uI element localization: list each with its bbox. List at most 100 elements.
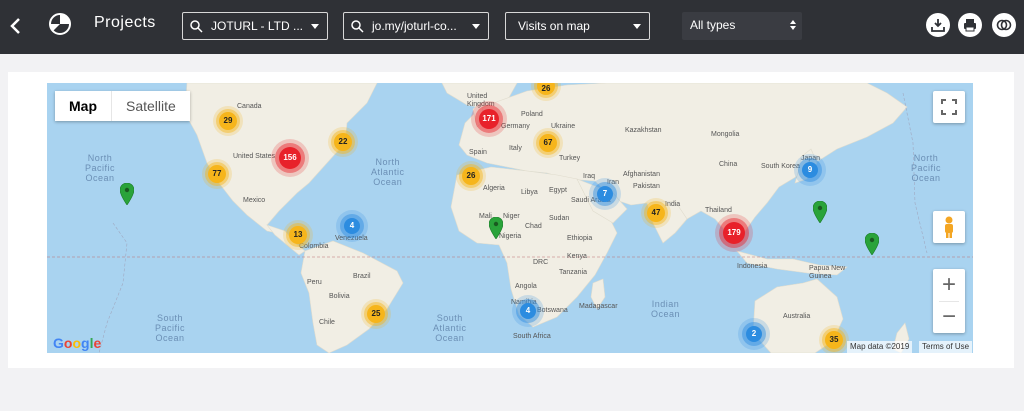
country-label: Japan [801, 155, 821, 162]
map-cluster[interactable]: 4 [344, 218, 360, 234]
country-label: Libya [521, 189, 538, 196]
ocean-label-text: Indian Ocean [651, 299, 681, 319]
compare-button[interactable] [992, 13, 1016, 37]
map-marker-icon[interactable] [865, 233, 879, 255]
print-button[interactable] [958, 13, 982, 37]
country-label: Turkey [559, 155, 581, 162]
country-label: Indonesia [737, 263, 768, 270]
country-label: Mexico [243, 197, 266, 204]
map-cluster[interactable]: 77 [208, 165, 226, 183]
map-cluster[interactable]: 9 [802, 162, 818, 178]
map-type-map-button[interactable]: Map [55, 91, 111, 121]
country-label: Angola [515, 283, 537, 290]
search-icon [351, 20, 364, 33]
country-label: Afghanistan [623, 171, 660, 178]
country-label: Tanzania [559, 269, 588, 276]
ocean-label: North Pacific Ocean [85, 153, 115, 183]
country-label: South Africa [513, 333, 551, 340]
country-label: Madagascar [579, 303, 618, 310]
country-label: Iraq [583, 173, 596, 180]
export-button[interactable] [926, 13, 950, 37]
map-cluster[interactable]: 25 [367, 305, 385, 323]
map-marker-icon[interactable] [813, 201, 827, 223]
fullscreen-button[interactable] [933, 91, 965, 123]
country-label: Algeria [483, 185, 505, 192]
google-logo: Google [53, 335, 102, 351]
country-label: Poland [521, 111, 543, 118]
top-bar: Projects JOTURL - LTD ... jo.my/joturl-c… [0, 0, 1024, 54]
country-label: Colombia [299, 243, 329, 250]
map-cluster[interactable]: 171 [479, 109, 499, 129]
ocean-label-text: South Pacific Ocean [155, 313, 186, 343]
app-logo-icon [49, 13, 71, 35]
country-label: Botswana [537, 307, 568, 314]
map-cluster[interactable]: 26 [462, 167, 480, 185]
map-cluster[interactable]: 29 [219, 112, 237, 130]
country-label: Thailand [705, 207, 732, 214]
map-cluster[interactable]: 13 [289, 226, 307, 244]
country-label: India [665, 201, 681, 208]
map-cluster[interactable]: 22 [334, 133, 352, 151]
ocean-label: South Pacific Ocean [155, 313, 185, 343]
country-label: Ukraine [551, 123, 576, 130]
country-label: Australia [783, 313, 811, 320]
map-cluster[interactable]: 4 [520, 303, 536, 319]
country-label: Peru [307, 279, 322, 286]
ocean-label: Indian Ocean [651, 299, 680, 319]
country-label: Italy [509, 145, 522, 152]
country-label: DRC [533, 259, 549, 266]
map-type-satellite-button[interactable]: Satellite [111, 91, 190, 121]
terms-of-use-link[interactable]: Terms of Use [919, 341, 973, 353]
map-marker-icon[interactable] [120, 183, 134, 205]
type-select[interactable]: All types [682, 12, 802, 40]
printer-icon [964, 19, 976, 32]
zoom-in-button[interactable]: + [933, 269, 965, 301]
country-label: Chile [319, 319, 335, 326]
ocean-label-text: South Atlantic Ocean [433, 313, 467, 343]
map-cluster[interactable]: 179 [723, 222, 745, 244]
view-select[interactable]: Visits on map [505, 12, 650, 40]
ocean-label-text: North Pacific Ocean [85, 153, 116, 183]
map-marker-icon[interactable] [489, 217, 503, 239]
country-label: South Korea [761, 163, 800, 170]
map-cluster[interactable]: 2 [746, 326, 762, 342]
project-select[interactable]: JOTURL - LTD ... [182, 12, 328, 40]
map-cluster[interactable]: 67 [539, 134, 557, 152]
overlap-circles-icon [996, 19, 1012, 31]
page-title: Projects [94, 14, 156, 31]
map-type-control: Map Satellite [55, 91, 190, 121]
country-label: Ethiopia [567, 235, 593, 242]
project-select-value: JOTURL - LTD ... [211, 19, 304, 33]
country-label: Papua New Guinea [809, 265, 846, 280]
country-label: Sudan [549, 215, 570, 222]
map-cluster[interactable]: 156 [279, 147, 301, 169]
country-label: Brazil [353, 273, 371, 280]
chevron-down-icon [472, 24, 480, 29]
pegman-icon [945, 216, 953, 238]
type-select-value: All types [690, 18, 736, 32]
link-select[interactable]: jo.my/joturl-co... [343, 12, 489, 40]
back-arrow-icon[interactable] [6, 12, 26, 40]
country-label: Canada [237, 103, 262, 110]
country-label: Egypt [549, 187, 567, 194]
country-label: China [719, 161, 738, 168]
fullscreen-icon [941, 99, 957, 115]
search-icon [190, 20, 203, 33]
map-attribution: Map data ©2019 [847, 341, 913, 353]
download-icon [931, 19, 945, 32]
link-select-value: jo.my/joturl-co... [372, 19, 457, 33]
country-label: Bolivia [329, 293, 350, 300]
country-label: Kenya [567, 253, 587, 260]
country-label: Kazakhstan [625, 127, 662, 134]
world-map[interactable]: North Pacific Ocean North Atlantic Ocean… [47, 83, 973, 353]
country-label: Chad [525, 223, 542, 230]
country-label: Pakistan [633, 183, 660, 190]
map-cluster[interactable]: 7 [597, 186, 613, 202]
country-label: Iran [607, 179, 620, 186]
updown-arrows-icon [790, 20, 796, 30]
chevron-down-icon [633, 24, 641, 29]
street-view-button[interactable] [933, 211, 965, 243]
map-cluster[interactable]: 35 [825, 331, 843, 349]
zoom-out-button[interactable]: − [933, 301, 965, 333]
map-cluster[interactable]: 47 [647, 204, 665, 222]
